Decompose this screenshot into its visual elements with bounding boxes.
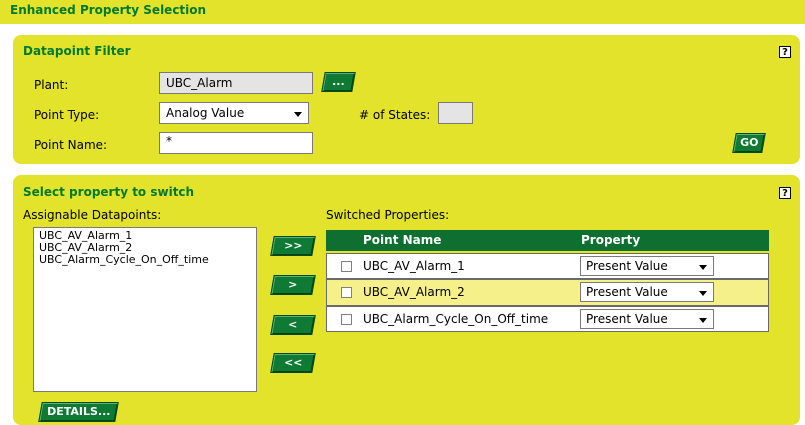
property-select[interactable]: Present Value bbox=[580, 282, 714, 302]
chevron-down-icon bbox=[294, 112, 302, 117]
page-title: Enhanced Property Selection bbox=[10, 3, 207, 17]
table-row[interactable]: UBC_Alarm_Cycle_On_Off_time Present Valu… bbox=[326, 306, 769, 332]
go-button[interactable]: GO bbox=[732, 133, 766, 153]
plant-label: Plant: bbox=[34, 78, 69, 92]
browse-plant-button[interactable]: ... bbox=[321, 72, 356, 92]
property-select[interactable]: Present Value bbox=[580, 256, 714, 276]
datapoint-filter-panel: Datapoint Filter ? Plant: UBC_Alarm ... … bbox=[13, 35, 800, 164]
switched-properties-label: Switched Properties: bbox=[326, 208, 450, 222]
point-type-label: Point Type: bbox=[34, 108, 100, 122]
assignable-datapoints-label: Assignable Datapoints: bbox=[23, 208, 162, 222]
table-row[interactable]: UBC_AV_Alarm_1 Present Value bbox=[326, 253, 769, 279]
row-checkbox[interactable] bbox=[341, 261, 352, 272]
title-bar: Enhanced Property Selection bbox=[0, 0, 805, 24]
remove-button[interactable]: < bbox=[270, 315, 316, 335]
select-property-panel: Select property to switch ? Assignable D… bbox=[13, 175, 800, 425]
num-states-label: # of States: bbox=[359, 108, 431, 122]
point-type-select[interactable]: Analog Value bbox=[159, 102, 309, 124]
list-item[interactable]: UBC_Alarm_Cycle_On_Off_time bbox=[39, 254, 251, 266]
column-header-property: Property bbox=[581, 233, 641, 247]
details-button[interactable]: DETAILS... bbox=[38, 402, 119, 422]
table-row[interactable]: UBC_AV_Alarm_2 Present Value bbox=[326, 279, 769, 306]
row-point-name: UBC_AV_Alarm_1 bbox=[363, 259, 465, 273]
point-name-input[interactable]: * bbox=[159, 132, 313, 154]
help-icon[interactable]: ? bbox=[779, 46, 791, 58]
plant-field[interactable]: UBC_Alarm bbox=[159, 72, 313, 94]
help-icon[interactable]: ? bbox=[779, 187, 791, 199]
add-button[interactable]: > bbox=[270, 275, 316, 295]
remove-all-button[interactable]: << bbox=[270, 353, 316, 373]
select-property-title: Select property to switch bbox=[23, 185, 195, 199]
add-all-button[interactable]: >> bbox=[270, 236, 316, 256]
column-header-point-name: Point Name bbox=[363, 233, 442, 247]
row-checkbox[interactable] bbox=[341, 287, 352, 298]
property-select[interactable]: Present Value bbox=[580, 309, 714, 329]
point-name-label: Point Name: bbox=[34, 138, 108, 152]
num-states-field[interactable] bbox=[438, 102, 473, 124]
row-point-name: UBC_AV_Alarm_2 bbox=[363, 285, 465, 299]
datapoint-filter-title: Datapoint Filter bbox=[23, 44, 131, 58]
chevron-down-icon bbox=[699, 265, 707, 270]
row-point-name: UBC_Alarm_Cycle_On_Off_time bbox=[363, 312, 549, 326]
chevron-down-icon bbox=[699, 318, 707, 323]
chevron-down-icon bbox=[699, 291, 707, 296]
assignable-datapoints-list[interactable]: UBC_AV_Alarm_1 UBC_AV_Alarm_2 UBC_Alarm_… bbox=[33, 227, 257, 392]
row-checkbox[interactable] bbox=[341, 314, 352, 325]
table-header: Point Name Property bbox=[326, 230, 769, 251]
